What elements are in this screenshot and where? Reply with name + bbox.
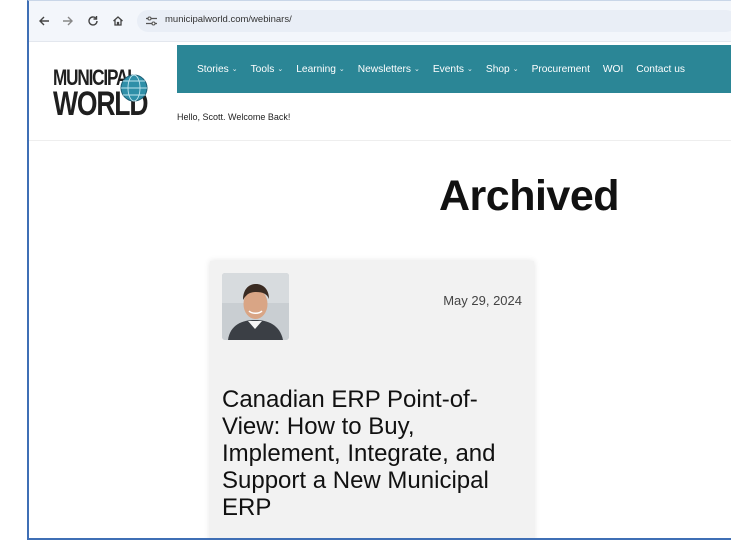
logo-globe-icon xyxy=(120,74,148,102)
chevron-down-icon: ⌄ xyxy=(338,66,345,73)
nav-item-label: Procurement xyxy=(531,63,590,75)
nav-item-label: Tools xyxy=(250,63,275,75)
address-bar[interactable]: municipalworld.com/webinars/ xyxy=(137,10,731,32)
forward-arrow-icon[interactable] xyxy=(59,12,77,30)
site-info-tune-icon[interactable] xyxy=(144,14,158,28)
nav-item-label: Stories xyxy=(197,63,229,75)
municipal-world-logo[interactable]: MUNICIPAL WORLD xyxy=(53,67,153,122)
nav-item-stories[interactable]: Stories ⌄ xyxy=(197,64,238,75)
nav-item-label: Events xyxy=(432,63,465,75)
nav-item-label: Shop xyxy=(485,63,510,75)
browser-toolbar: municipalworld.com/webinars/ xyxy=(29,1,731,42)
chevron-down-icon: ⌄ xyxy=(512,66,519,73)
home-icon[interactable] xyxy=(109,12,127,30)
welcome-message: Hello, Scott. Welcome Back! xyxy=(177,112,291,122)
nav-item-newsletters[interactable]: Newsletters ⌄ xyxy=(358,64,420,75)
nav-item-label: Learning xyxy=(296,63,336,75)
nav-items: Stories ⌄ Tools ⌄ Learning ⌄ Newsletters ⌄ Event… xyxy=(197,45,685,93)
nav-item-label: Contact us xyxy=(636,63,685,75)
back-arrow-icon[interactable] xyxy=(35,12,53,30)
reload-icon[interactable] xyxy=(84,12,102,30)
nav-item-events[interactable]: Events ⌄ xyxy=(433,64,473,75)
chevron-down-icon: ⌄ xyxy=(277,66,284,73)
chevron-down-icon: ⌄ xyxy=(231,66,238,73)
webinar-card[interactable]: May 29, 2024 Canadian ERP Point-of-View:… xyxy=(210,261,534,538)
nav-item-label: WOI xyxy=(602,63,624,75)
webinar-date: May 29, 2024 xyxy=(443,293,522,308)
url-text[interactable]: municipalworld.com/webinars/ xyxy=(165,14,292,25)
chevron-down-icon: ⌄ xyxy=(467,66,473,73)
main-navigation: Stories ⌄ Tools ⌄ Learning ⌄ Newsletters ⌄ Event… xyxy=(177,45,731,93)
nav-item-woi[interactable]: WOI xyxy=(603,64,623,75)
nav-item-contact-us[interactable]: Contact us xyxy=(636,64,685,75)
header-divider xyxy=(29,140,731,141)
speaker-photo xyxy=(222,273,289,340)
chevron-down-icon: ⌄ xyxy=(414,66,420,73)
nav-item-procurement[interactable]: Procurement xyxy=(532,64,590,75)
nav-item-label: Newsletters xyxy=(357,63,411,75)
nav-item-shop[interactable]: Shop ⌄ xyxy=(486,64,519,75)
webinar-title[interactable]: Canadian ERP Point-of-View: How to Buy, … xyxy=(222,386,522,521)
page-title: Archived xyxy=(439,172,620,220)
nav-item-learning[interactable]: Learning ⌄ xyxy=(296,64,345,75)
browser-window: municipalworld.com/webinars/ MUNICIPAL W… xyxy=(27,0,731,540)
nav-item-tools[interactable]: Tools ⌄ xyxy=(251,64,284,75)
